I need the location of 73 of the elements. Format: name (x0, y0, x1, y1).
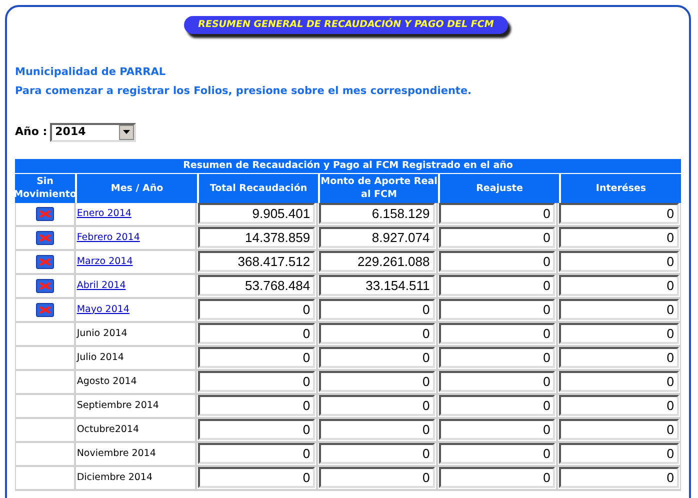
no-movement-button[interactable] (36, 254, 54, 269)
amount-field[interactable]: 9.905.401 (198, 203, 316, 224)
amount-field[interactable]: 0 (559, 251, 679, 272)
month-label: Noviembre 2014 (76, 446, 156, 461)
no-movement-button[interactable] (36, 302, 54, 317)
amount-field[interactable]: 0 (559, 299, 679, 320)
amount-field[interactable]: 0 (438, 251, 556, 272)
amount-field[interactable]: 229.261.088 (319, 251, 435, 272)
amount-field[interactable]: 0 (438, 275, 556, 296)
amount-field[interactable]: 0 (319, 419, 435, 440)
amount-field[interactable]: 0 (559, 227, 679, 248)
month-label: Octubre2014 (76, 422, 140, 437)
amount-field[interactable]: 0 (438, 227, 556, 248)
amount-field[interactable]: 0 (438, 419, 556, 440)
amount-field[interactable]: 0 (198, 395, 316, 416)
amount-field[interactable]: 0 (559, 347, 679, 368)
amount-field[interactable]: 0 (438, 443, 556, 464)
amount-field[interactable]: 0 (559, 395, 679, 416)
month-label: Diciembre 2014 (76, 470, 153, 485)
month-link[interactable]: Marzo 2014 (76, 254, 133, 269)
amount-field[interactable]: 0 (319, 323, 435, 344)
amount-field[interactable]: 0 (559, 203, 679, 224)
month-label: Septiembre 2014 (76, 398, 159, 413)
amount-field[interactable]: 8.927.074 (319, 227, 435, 248)
amount-field[interactable]: 0 (319, 299, 435, 320)
amount-field[interactable]: 0 (319, 467, 435, 488)
amount-field[interactable]: 33.154.511 (319, 275, 435, 296)
amount-field[interactable]: 0 (438, 467, 556, 488)
amount-field[interactable]: 0 (198, 443, 316, 464)
amount-field[interactable]: 6.158.129 (319, 203, 435, 224)
amount-field[interactable]: 0 (438, 323, 556, 344)
amount-field[interactable]: 368.417.512 (198, 251, 316, 272)
month-link[interactable]: Mayo 2014 (76, 302, 130, 317)
month-label: Agosto 2014 (76, 374, 137, 389)
amount-field[interactable]: 0 (559, 323, 679, 344)
month-link[interactable]: Enero 2014 (76, 206, 132, 221)
no-movement-button[interactable] (36, 230, 54, 245)
amount-field[interactable]: 0 (198, 323, 316, 344)
amount-field[interactable]: 0 (559, 371, 679, 392)
month-link[interactable]: Febrero 2014 (76, 230, 140, 245)
month-label: Junio 2014 (76, 326, 128, 341)
amount-field[interactable]: 0 (319, 371, 435, 392)
intro-text: Para comenzar a registrar los Folios, presione sobre el mes correspondiente. (15, 84, 473, 99)
amount-field[interactable]: 0 (198, 347, 316, 368)
year-label: Año : (15, 124, 48, 140)
amount-field[interactable]: 0 (559, 467, 679, 488)
column-header: Mes / Año (75, 174, 197, 203)
amount-field[interactable]: 0 (319, 395, 435, 416)
amount-field[interactable]: 0 (198, 419, 316, 440)
amount-field[interactable]: 0 (198, 467, 316, 488)
intro-text: Municipalidad de PARRAL (15, 65, 167, 80)
page-banner: RESUMEN GENERAL DE RECAUDACIÓN Y PAGO DEL FCM (184, 16, 508, 34)
amount-field[interactable]: 0 (319, 347, 435, 368)
year-dropdown[interactable]: 2014 (50, 122, 136, 142)
amount-field[interactable]: 0 (438, 203, 556, 224)
amount-field[interactable]: 0 (438, 395, 556, 416)
no-movement-button[interactable] (36, 278, 54, 293)
no-movement-button[interactable] (36, 206, 54, 221)
table-title: Resumen de Recaudación y Pago al FCM Registrado en el año (15, 158, 681, 173)
amount-field[interactable]: 0 (198, 299, 316, 320)
amount-field[interactable]: 0 (559, 419, 679, 440)
amount-field[interactable]: 0 (319, 443, 435, 464)
month-label: Julio 2014 (76, 350, 124, 365)
amount-field[interactable]: 0 (559, 275, 679, 296)
month-link[interactable]: Abril 2014 (76, 278, 126, 293)
amount-field[interactable]: 0 (559, 443, 679, 464)
amount-field[interactable]: 0 (438, 299, 556, 320)
amount-field[interactable]: 14.378.859 (198, 227, 316, 248)
amount-field[interactable]: 0 (438, 371, 556, 392)
amount-field[interactable]: 0 (198, 371, 316, 392)
column-header: Sin Movimiento (15, 175, 75, 202)
amount-field[interactable]: 0 (438, 347, 556, 368)
amount-field[interactable]: 53.768.484 (198, 275, 316, 296)
